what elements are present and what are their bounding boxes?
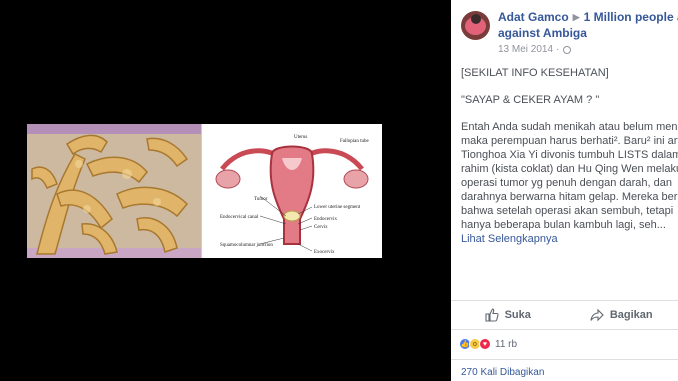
see-more-link[interactable]: Lihat Selengkapnya: [461, 232, 678, 246]
love-reaction-icon: ♥: [479, 338, 491, 350]
label-squamo: Squamocolumnar junction: [220, 243, 273, 248]
avatar[interactable]: [461, 11, 490, 40]
label-uterus: Uterus: [294, 135, 307, 140]
divider: [451, 359, 678, 360]
chicken-feet-photo: [27, 124, 201, 258]
target-group-name[interactable]: 1 Million people are: [584, 10, 678, 24]
thumbs-up-icon: [485, 308, 499, 322]
post-text: [SEKILAT INFO KESEHATAN] "SAYAP & CEKER …: [461, 66, 678, 246]
post-heading: [SEKILAT INFO KESEHATAN]: [461, 67, 609, 79]
label-endocervix: Endocervix: [314, 217, 338, 222]
share-arrow-icon: [590, 308, 604, 322]
share-label: Bagikan: [609, 309, 653, 321]
photo-viewer: Uterus Fallopian tube Tumor Endocervical…: [0, 0, 451, 381]
post-header: Adat Gamco▶ 1 Million people are against …: [461, 10, 678, 55]
label-endocervical: Endocervical canal: [220, 215, 259, 220]
share-count-link[interactable]: 270 Kali Dibagikan: [461, 367, 544, 378]
caret-right-icon: ▶: [572, 12, 580, 22]
globe-icon: [563, 45, 572, 54]
chicken-feet-image: [27, 124, 201, 258]
author-line: Adat Gamco▶ 1 Million people are: [498, 10, 678, 26]
post-photo[interactable]: Uterus Fallopian tube Tumor Endocervical…: [27, 124, 382, 258]
label-tumor: Tumor: [254, 197, 268, 202]
share-button[interactable]: Bagikan: [565, 301, 678, 329]
label-exocervix: Exocervix: [314, 250, 335, 255]
reactions-summary[interactable]: 👍 o ♥ 11 rb: [459, 338, 517, 350]
post-panel: Adat Gamco▶ 1 Million people are against …: [451, 0, 678, 381]
separator-dot: ·: [556, 44, 560, 55]
label-cervix: Cervix: [314, 225, 328, 230]
like-label: Suka: [504, 309, 531, 321]
post-body: Entah Anda sudah menikah atau belum meni…: [461, 121, 678, 231]
uterus-diagram-image: Uterus Fallopian tube Tumor Endocervical…: [202, 124, 382, 258]
uterus-diagram: Uterus Fallopian tube Tumor Endocervical…: [201, 124, 382, 258]
post-date-row: 13 Mei 2014 ·: [498, 44, 678, 55]
reaction-count: 11 rb: [495, 338, 518, 350]
label-lower-segment: Lower uterine segment: [314, 205, 361, 210]
label-fallopian: Fallopian tube: [340, 139, 370, 144]
action-bar: Suka Bagikan: [451, 300, 678, 330]
target-group-name-line2[interactable]: against Ambiga: [498, 26, 678, 41]
like-button[interactable]: Suka: [451, 301, 565, 329]
author-meta: Adat Gamco▶ 1 Million people are against …: [498, 10, 678, 55]
post-subheading: "SAYAP & CEKER AYAM ? ": [461, 94, 600, 106]
post-date[interactable]: 13 Mei 2014: [498, 44, 553, 55]
author-name[interactable]: Adat Gamco: [498, 10, 569, 24]
